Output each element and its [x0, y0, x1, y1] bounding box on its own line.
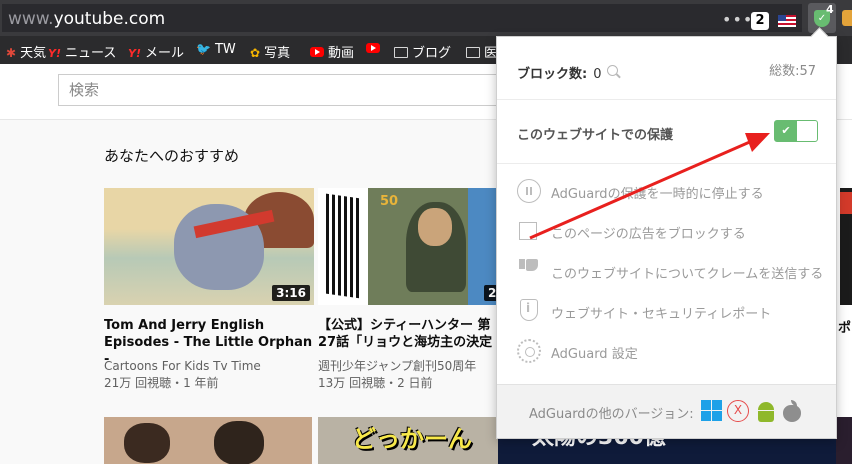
screen: www.youtube.com ••• 2 ✓ 4 ✱ 天気 Y! ニュース Y! メ…: [0, 0, 852, 464]
url-text[interactable]: www.youtube.com: [8, 9, 165, 29]
address-bar[interactable]: www.youtube.com ••• 2: [2, 4, 802, 32]
check-icon: ✔: [775, 121, 797, 141]
video-thumbnail-7-partial[interactable]: [836, 417, 852, 464]
bookmark-videos[interactable]: 動画: [310, 42, 354, 61]
bookmark-youtube[interactable]: [366, 42, 384, 57]
bookmark-weather[interactable]: ✱ 天気: [6, 42, 46, 61]
search-icon[interactable]: [607, 65, 618, 76]
protection-row: このウェブサイトでの保護 ✔: [497, 100, 836, 164]
bookmark-twitter[interactable]: 🐦 TW: [196, 42, 236, 57]
bookmark-news[interactable]: Y! ニュース: [48, 42, 116, 61]
video-channel-2[interactable]: 週刊少年ジャンプ創刊50周年: [318, 358, 476, 375]
adguard-extension-button[interactable]: ✓ 4: [808, 3, 836, 33]
protection-toggle[interactable]: ✔: [774, 120, 818, 142]
youtube-icon: [366, 43, 380, 53]
menu-item-label: ウェブサイト・セキュリティレポート: [551, 307, 772, 322]
report-site-item[interactable]: このウェブサイトについてクレームを送信する: [517, 257, 827, 287]
apple-body: [783, 405, 801, 422]
windows-pane: [712, 411, 722, 421]
weather-icon: ✱: [6, 46, 17, 60]
windows-pane: [701, 411, 711, 421]
folder-icon: [394, 47, 408, 58]
extension-2-icon[interactable]: 2: [751, 12, 769, 30]
video-thumbnail-1[interactable]: 3:16: [104, 188, 314, 305]
popup-header: ブロック数: 0 総数:57: [497, 37, 836, 100]
total-blocked: 総数:57: [769, 64, 816, 79]
adguard-popup: ブロック数: 0 総数:57 このウェブサイトでの保護 ✔ AdGuardの保護を…: [496, 36, 837, 439]
android-head: [758, 402, 774, 410]
page-actions-menu-icon[interactable]: •••: [722, 10, 753, 29]
settings-item[interactable]: AdGuard 設定: [517, 337, 827, 367]
bookmark-folder-blog[interactable]: ブログ: [394, 42, 451, 61]
video-thumbnail-4[interactable]: どっかーん: [318, 417, 498, 464]
thumbnail-art: [124, 423, 170, 463]
blocked-count: ブロック数: 0: [517, 67, 602, 82]
pause-icon: [517, 179, 541, 203]
video-title-2[interactable]: 【公式】シティーハンター 第27話「リョウと海坊主の決定な: [318, 317, 498, 351]
macos-icon[interactable]: X: [727, 400, 749, 422]
thumbs-down-icon: [519, 259, 538, 279]
gear-icon: [517, 339, 541, 363]
windows-pane: [701, 400, 711, 410]
twitter-icon: 🐦: [196, 42, 211, 56]
url-scheme: www.: [8, 9, 54, 29]
browser-toolbar: www.youtube.com ••• 2 ✓ 4: [0, 0, 852, 36]
video-channel-1[interactable]: Cartoons For Kids Tv Time: [104, 358, 261, 375]
security-report-item[interactable]: ウェブサイト・セキュリティレポート: [517, 297, 827, 327]
section-title: あなたへのおすすめ: [104, 147, 240, 165]
thumbnail-art: [418, 208, 452, 246]
us-flag-icon[interactable]: [778, 15, 796, 27]
adguard-badge-count: 4: [826, 3, 834, 16]
city-hunter-logo: [318, 188, 368, 305]
youtube-icon: [310, 47, 324, 57]
video-stats-1: 21万 回視聴・1 年前: [104, 376, 219, 390]
thumbnail-art: [326, 193, 360, 299]
menu-item-label: AdGuard 設定: [551, 347, 638, 362]
menu-item-label: このページの広告をブロックする: [551, 227, 746, 242]
photos-icon: ✿: [250, 46, 261, 60]
thumbnail-caption: どっかーん: [352, 425, 472, 453]
yahoo-icon: Y!: [128, 47, 141, 60]
other-versions-footer: AdGuardの他のバージョン: X: [497, 384, 836, 438]
pause-protection-item[interactable]: AdGuardの保護を一時的に停止する: [517, 177, 827, 207]
folder-icon: [466, 47, 480, 58]
android-icon[interactable]: [755, 400, 777, 422]
url-host: youtube.com: [53, 9, 166, 29]
menu-item-label: AdGuardの保護を一時的に停止する: [551, 187, 764, 202]
protection-label: このウェブサイトでの保護: [517, 128, 674, 143]
extension-partial-icon[interactable]: [842, 10, 852, 26]
menu-item-label: このウェブサイトについてクレームを送信する: [551, 267, 824, 282]
other-versions-label: AdGuardの他のバージョン:: [529, 407, 694, 422]
video-stats-2: 13万 回視聴・2 日前: [318, 376, 433, 390]
bookmark-photos[interactable]: ✿ 写真: [250, 42, 290, 61]
video-thumbnail-3[interactable]: [104, 417, 312, 464]
yahoo-icon: Y!: [48, 47, 61, 60]
thumbnail-art: [214, 421, 264, 464]
video-duration: 3:16: [272, 285, 310, 301]
windows-pane: [712, 400, 722, 410]
shield-info-icon: [520, 299, 538, 321]
anniversary-50-logo: 50: [380, 194, 399, 209]
video-thumbnail-6-partial[interactable]: [840, 188, 852, 305]
video-title-6-partial[interactable]: ポ: [838, 317, 851, 336]
android-body: [758, 411, 774, 422]
windows-icon[interactable]: [701, 400, 723, 422]
block-ads-item[interactable]: このページの広告をブロックする: [517, 217, 827, 247]
search-input[interactable]: [59, 75, 517, 105]
search-box[interactable]: [58, 74, 518, 106]
apple-icon[interactable]: [781, 400, 803, 422]
video-thumbnail-2[interactable]: 50 24: [318, 188, 498, 305]
bookmark-folder-med[interactable]: 医: [466, 42, 497, 61]
bookmark-mail[interactable]: Y! メール: [128, 42, 184, 61]
block-element-icon: [519, 222, 537, 240]
